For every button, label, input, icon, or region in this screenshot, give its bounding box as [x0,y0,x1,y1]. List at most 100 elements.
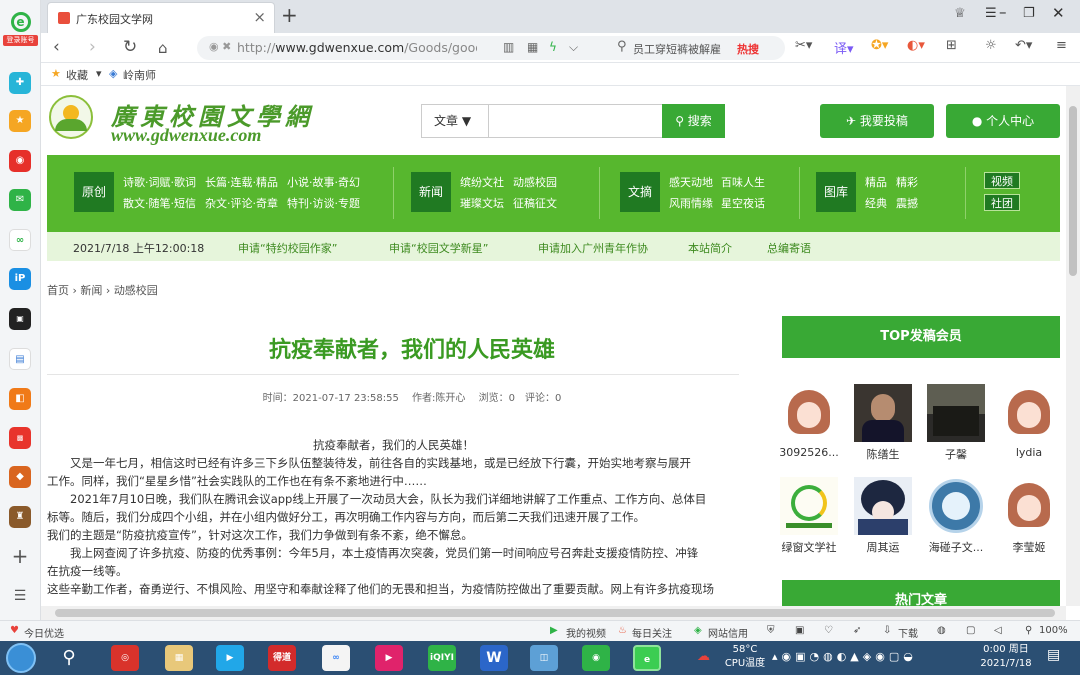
url-text[interactable]: http://www.gdwenxue.com/Goods/goodsInfo [237,40,477,55]
nav-video-link[interactable]: 视频 [984,172,1020,189]
nav-link[interactable]: 征稿征文 [513,195,557,211]
window-list-icon[interactable]: ☰ [985,6,997,21]
menu-icon[interactable]: ☰ [9,588,31,604]
nav-link[interactable]: 缤纷文社 [460,174,504,190]
taskbar-app[interactable]: iQIYI [428,645,456,671]
shop-app-icon[interactable]: ◧ [9,388,31,410]
brightness-icon[interactable]: ☼ [985,38,997,53]
new-tab-icon[interactable]: + [281,3,298,27]
heartbeat-icon[interactable]: ♡ [824,625,833,636]
zoom-level[interactable]: 100% [1039,625,1068,636]
browser-taskbar-icon[interactable]: e [633,645,661,671]
member-card[interactable]: lydia [998,384,1060,459]
member-avatar[interactable] [927,477,985,535]
security-icon[interactable]: ⛨ [767,625,775,636]
member-avatar[interactable] [780,477,838,535]
sound-icon[interactable]: ◁ [994,625,1002,636]
site-logo[interactable] [49,95,93,139]
tab-close-icon[interactable]: × [253,8,266,26]
nav-link[interactable]: 特刊·访谈·专题 [287,195,360,211]
my-videos[interactable]: 我的视频 [566,625,606,640]
horizontal-scrollbar[interactable] [41,606,1066,620]
member-avatar[interactable] [1000,384,1058,442]
browser-tab[interactable]: 广东校园文学网 × [47,2,275,33]
member-name[interactable]: lydia [998,446,1060,459]
hscroll-thumb[interactable] [55,609,1055,617]
nav-cat-digest[interactable]: 文摘 [620,172,660,212]
search-box[interactable]: ⚲ 员工穿短裤被解雇 热搜 [609,36,785,60]
nav-link[interactable]: 精彩 [896,174,918,190]
member-avatar[interactable] [854,384,912,442]
subnav-link[interactable]: 申请“校园文学新星” [389,240,488,256]
cloud-drive-icon[interactable]: ∞ [322,645,350,671]
member-card[interactable]: 3092526... [778,384,840,459]
subnav-link[interactable]: 申请加入广州青年作协 [538,240,648,256]
fox-icon[interactable]: ✪▾ [871,38,888,53]
member-name[interactable]: 子馨 [925,446,987,462]
member-name[interactable]: 周其运 [852,539,914,555]
translate-tool-icon[interactable]: 译▾ [834,38,854,57]
taskbar-app[interactable]: 得道 [268,645,296,671]
search-category-select[interactable]: 文章 ▼ [421,104,489,138]
submit-article-button[interactable]: ✈ 我要投稿 [820,104,934,138]
reader-icon[interactable]: ▥ [503,40,514,54]
rocket-icon[interactable]: ➶ [853,625,861,636]
nav-link[interactable]: 小说·故事·奇幻 [287,174,360,190]
nav-club-link[interactable]: 社团 [984,194,1020,211]
site-credit[interactable]: 网站信用 [708,625,748,640]
media-player-icon[interactable]: ▶ [216,645,244,671]
taskbar-app[interactable]: W [480,645,508,671]
nav-link[interactable]: 经典 [865,195,887,211]
member-name[interactable]: 李莹姬 [998,539,1060,555]
nav-link[interactable]: 散文·随笔·短信 [123,195,196,211]
member-card[interactable]: 绿窗文学社 [778,477,840,555]
nav-link[interactable]: 感天动地 [669,174,713,190]
nav-cat-gallery[interactable]: 图库 [816,172,856,212]
ip-icon[interactable]: iP [9,268,31,290]
member-avatar[interactable] [1000,477,1058,535]
minimize-icon[interactable]: – [999,3,1007,21]
nav-link[interactable]: 诗歌·词赋·歌词 [123,174,196,190]
nav-link[interactable]: 精品 [865,174,887,190]
cloud-icon[interactable]: ∞ [9,229,31,251]
mail-icon[interactable]: ✉ [9,189,31,211]
site-search-button[interactable]: ⚲ 搜索 [662,104,725,138]
member-name[interactable]: 3092526... [778,446,840,459]
sale-app-icon[interactable]: ▩ [9,427,31,449]
shirt-icon[interactable]: ♕ [954,6,966,21]
close-window-icon[interactable]: ✕ [1052,4,1065,22]
member-avatar[interactable] [927,384,985,442]
game-app-icon-2[interactable]: ♜ [9,506,31,528]
dropdown-icon[interactable]: ⌵ [569,40,578,55]
member-card[interactable]: 海碰子文... [925,477,987,555]
nav-link[interactable]: 长篇·连载·精品 [205,174,278,190]
notification-icon[interactable]: ▤ [1047,648,1060,662]
breadcrumb-current[interactable]: 动感校园 [114,284,158,297]
undo-icon[interactable]: ↶▾ [1015,38,1032,53]
bookmark-item[interactable]: 岭南师 [123,67,156,83]
app-icon-1[interactable]: ✚ [9,72,31,94]
nav-cat-news[interactable]: 新闻 [411,172,451,212]
search-taskbar-icon[interactable]: ⚲ [55,645,83,671]
translate-icon[interactable]: ▦ [527,40,538,54]
clock[interactable]: 0:00 周日 2021/7/18 [975,643,1037,671]
photos-icon[interactable]: ◫ [530,645,558,671]
clipboard-icon[interactable]: ◍ [937,625,946,636]
netease-music-icon[interactable]: ◎ [111,645,139,671]
doc-app-icon[interactable]: ▤ [9,348,31,370]
nav-link[interactable]: 璀璨文坛 [460,195,504,211]
user-center-button[interactable]: ● 个人中心 [946,104,1060,138]
subnav-link[interactable]: 本站简介 [688,240,732,256]
member-card[interactable]: 李莹姬 [998,477,1060,555]
hot-search-label[interactable]: 热搜 [737,41,759,57]
member-name[interactable]: 陈缮生 [852,446,914,462]
nav-cat-original[interactable]: 原创 [74,172,114,212]
member-avatar[interactable] [854,477,912,535]
subnav-link[interactable]: 总编寄语 [767,240,811,256]
add-icon[interactable]: + [9,544,31,568]
download-link[interactable]: 下载 [898,625,918,640]
nav-link[interactable]: 百味人生 [721,174,765,190]
breadcrumb-home[interactable]: 首页 [47,284,69,297]
settings-menu-icon[interactable]: ≡ [1056,38,1067,53]
member-avatar[interactable] [780,384,838,442]
